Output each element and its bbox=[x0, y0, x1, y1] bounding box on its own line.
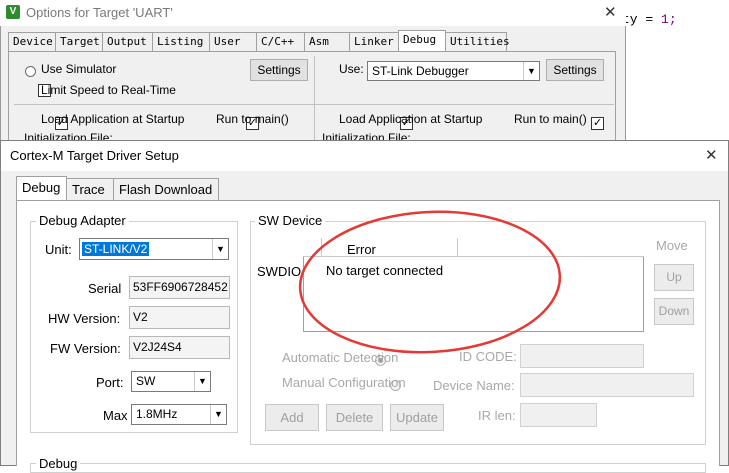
load-app-label-right: Load Application at Startup bbox=[339, 112, 483, 126]
debugger-settings-button[interactable]: Settings bbox=[546, 59, 604, 81]
debug-group-label: Debug bbox=[36, 456, 81, 471]
serial-field: 53FF6906728452 bbox=[129, 276, 230, 299]
tab-debug[interactable]: Debug bbox=[16, 176, 67, 200]
tab-flash-download[interactable]: Flash Download bbox=[113, 178, 219, 200]
chevron-down-icon[interactable]: ▼ bbox=[210, 405, 226, 424]
close-icon[interactable]: ✕ bbox=[705, 148, 718, 163]
debugger-select[interactable]: ST-Link Debugger ▼ bbox=[367, 61, 540, 81]
panel-divider bbox=[314, 56, 315, 148]
run-to-main-checkbox-right[interactable]: ✓ bbox=[591, 117, 605, 130]
debug-group bbox=[30, 463, 706, 473]
tab-listing[interactable]: Listing bbox=[152, 32, 210, 52]
ir-len-label: IR len: bbox=[478, 408, 516, 423]
swdio-label: SWDIO bbox=[257, 264, 302, 279]
tab-utilities[interactable]: Utilities bbox=[445, 32, 510, 52]
options-title: Options for Target 'UART' bbox=[26, 5, 173, 20]
options-tab-bar: Device Target Output Listing User C/C++ … bbox=[8, 30, 510, 52]
unit-select-value: ST-LINK/V2 bbox=[82, 242, 150, 256]
device-name-label: Device Name: bbox=[433, 378, 515, 393]
use-simulator-radio[interactable] bbox=[25, 66, 36, 77]
hw-version-label: HW Version: bbox=[48, 311, 121, 326]
cortex-tab-bar: Debug Trace Flash Download bbox=[16, 176, 219, 200]
debug-adapter-label: Debug Adapter bbox=[36, 213, 129, 228]
fw-version-label: FW Version: bbox=[50, 341, 121, 356]
tab-user[interactable]: User bbox=[209, 32, 257, 52]
add-button[interactable]: Add bbox=[265, 404, 319, 431]
cortex-title: Cortex-M Target Driver Setup bbox=[10, 148, 179, 163]
ir-len-field[interactable] bbox=[520, 403, 597, 427]
chevron-down-icon[interactable]: ▼ bbox=[523, 62, 539, 80]
panel-separator bbox=[14, 104, 614, 105]
annotation-ellipse bbox=[298, 210, 562, 354]
chevron-down-icon[interactable]: ▼ bbox=[194, 372, 210, 391]
tab-debug[interactable]: Debug bbox=[398, 30, 446, 52]
background-code: ty = 1; bbox=[622, 12, 677, 27]
device-name-field[interactable] bbox=[520, 373, 694, 397]
tab-target[interactable]: Target bbox=[55, 32, 103, 52]
use-simulator-label: Use Simulator bbox=[41, 62, 117, 76]
serial-label: Serial bbox=[88, 281, 122, 296]
port-select-value: SW bbox=[136, 374, 156, 388]
tab-asm[interactable]: Asm bbox=[304, 32, 350, 52]
run-to-main-label: Run to main() bbox=[216, 112, 289, 126]
hw-version-field: V2 bbox=[129, 306, 230, 329]
fw-version-field: V2J24S4 bbox=[129, 336, 230, 359]
tab-trace[interactable]: Trace bbox=[66, 178, 114, 200]
tab-output[interactable]: Output bbox=[102, 32, 153, 52]
max-clock-select[interactable]: 1.8MHz ▼ bbox=[131, 404, 227, 425]
max-clock-select-value: 1.8MHz bbox=[136, 407, 178, 421]
load-app-label: Load Application at Startup bbox=[41, 112, 185, 126]
limit-speed-label: Limit Speed to Real-Time bbox=[41, 83, 176, 97]
debugger-select-value: ST-Link Debugger bbox=[372, 64, 469, 78]
port-select[interactable]: SW ▼ bbox=[131, 371, 211, 392]
unit-label: Unit: bbox=[45, 242, 72, 257]
code-text: ty = bbox=[622, 12, 662, 27]
simulator-settings-button[interactable]: Settings bbox=[250, 59, 308, 81]
move-down-button[interactable]: Down bbox=[654, 298, 694, 325]
run-to-main-label-right: Run to main() bbox=[514, 112, 587, 126]
app-icon: V bbox=[6, 5, 20, 19]
manual-config-label: Manual Configuration bbox=[282, 375, 406, 390]
use-label: Use: bbox=[339, 62, 364, 76]
move-up-button[interactable]: Up bbox=[654, 264, 694, 291]
delete-button[interactable]: Delete bbox=[326, 404, 383, 431]
max-label: Max bbox=[103, 408, 128, 423]
move-label: Move bbox=[656, 238, 688, 253]
update-button[interactable]: Update bbox=[390, 404, 444, 431]
chevron-down-icon[interactable]: ▼ bbox=[212, 239, 228, 259]
tab-device[interactable]: Device bbox=[8, 32, 56, 52]
code-number: 1; bbox=[661, 12, 677, 27]
tab-cc[interactable]: C/C++ bbox=[256, 32, 305, 52]
close-icon[interactable]: ✕ bbox=[604, 5, 617, 20]
tab-linker[interactable]: Linker bbox=[349, 32, 399, 52]
port-label: Port: bbox=[96, 375, 124, 390]
unit-select[interactable]: ST-LINK/V2 ▼ bbox=[79, 238, 229, 260]
